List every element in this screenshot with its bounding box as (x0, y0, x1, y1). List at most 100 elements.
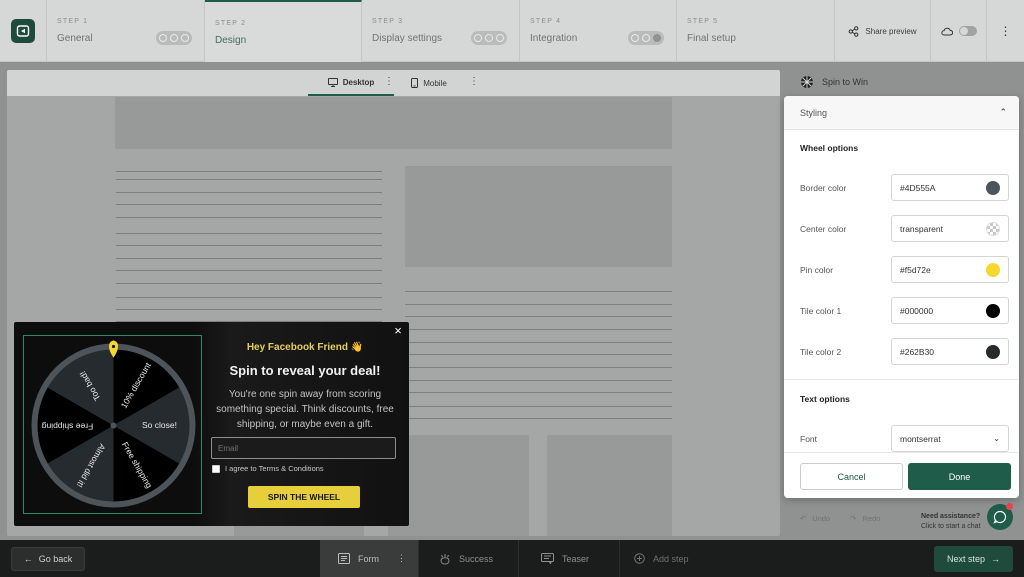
mock-line (116, 283, 382, 284)
close-icon[interactable]: × (391, 324, 405, 338)
wheel-slice-label: Free shipping (41, 421, 93, 431)
redo-button[interactable]: Redo (863, 514, 881, 523)
border-color-input[interactable]: #4D555A (891, 174, 1009, 201)
step-name: Integration (530, 33, 578, 44)
add-step-button[interactable]: Add step (620, 540, 710, 577)
wheel-options-heading: Wheel options (800, 143, 859, 153)
mock-line (116, 309, 382, 310)
terms-checkbox[interactable] (212, 464, 220, 473)
tab-mobile[interactable]: Mobile (399, 70, 459, 96)
mobile-options-icon[interactable]: ⋮ (469, 76, 479, 87)
tile-color-2-input[interactable]: #262B30 (891, 338, 1009, 365)
tab-desktop-label: Desktop (342, 77, 375, 87)
popup-description: You're one spin away from scoring someth… (216, 389, 394, 430)
history-controls: ↶ Undo ↷ Redo (800, 514, 880, 523)
mock-line (405, 304, 672, 305)
next-step-label: Next step (946, 554, 986, 564)
tile-color-1-input[interactable]: #000000 (891, 297, 1009, 324)
form-options-icon[interactable]: ⋮ (397, 553, 406, 564)
panel-header: Spin to Win (800, 73, 868, 91)
mock-line (116, 233, 382, 234)
assist-title: Need assistance? (921, 513, 981, 520)
font-select-value: montserrat (900, 433, 941, 444)
success-icon (440, 553, 450, 565)
terms-checkbox-row[interactable]: I agree to Terms & Conditions (212, 464, 324, 473)
font-select[interactable]: montserrat ⌄ (891, 425, 1009, 452)
chevron-up-icon[interactable]: ⌃ (999, 107, 1007, 118)
cloud-icon (940, 27, 953, 35)
undo-button[interactable]: Undo (812, 514, 830, 523)
undo-icon[interactable]: ↶ (800, 514, 806, 523)
mock-line (116, 179, 382, 180)
step-number: STEP 4 (530, 18, 562, 25)
share-preview-label: Share preview (865, 26, 917, 36)
step-number: STEP 3 (372, 18, 404, 25)
border-color-value: #4D555A (900, 182, 936, 193)
redo-icon[interactable]: ↷ (850, 514, 856, 523)
transparent-swatch[interactable] (986, 221, 1000, 236)
email-input[interactable] (211, 437, 396, 459)
assistance-text[interactable]: Need assistance? Click to start a chat (921, 512, 981, 532)
step-design[interactable]: STEP 2 Design (205, 0, 362, 62)
desktop-options-icon[interactable]: ⋮ (384, 76, 394, 87)
tab-desktop[interactable]: Desktop (308, 70, 394, 96)
app-logo[interactable] (0, 0, 47, 62)
mock-line (405, 342, 672, 343)
center-color-input[interactable]: transparent (891, 215, 1009, 242)
pin-color-input[interactable]: #f5d72e (891, 256, 1009, 283)
terms-label: I agree to Terms & Conditions (225, 464, 324, 473)
center-color-label: Center color (800, 224, 847, 234)
mock-line (116, 258, 382, 259)
spin-wheel-popup: × 10% discount So close! Free shipping Almo… (14, 322, 409, 526)
wheel-slice-label: So close! (142, 420, 177, 430)
teaser-icon (541, 553, 554, 564)
mock-line (116, 270, 382, 271)
tile-color-1-label: Tile color 1 (800, 306, 842, 316)
styling-title: Styling (800, 107, 828, 118)
top-bar: STEP 1 General STEP 2 Design STEP 3 Disp… (0, 0, 1024, 62)
color-swatch[interactable] (986, 303, 1000, 318)
color-swatch[interactable] (986, 262, 1000, 277)
wheel-center (110, 422, 117, 429)
notification-dot (1006, 503, 1013, 510)
prize-wheel[interactable]: 10% discountSo close!Free shippingAlmost… (24, 336, 203, 515)
bottom-bar: ← Go back Form ⋮ Success Teaser Add step… (0, 540, 1024, 577)
step-final-setup[interactable]: STEP 5 Final setup (677, 0, 835, 62)
center-color-value: transparent (900, 223, 943, 234)
go-back-button[interactable]: ← Go back (11, 547, 85, 571)
tab-mobile-label: Mobile (423, 78, 447, 88)
mock-line (116, 245, 382, 246)
tile-color-1-value: #000000 (900, 305, 934, 316)
step-display-settings[interactable]: STEP 3 Display settings (362, 0, 520, 62)
done-button[interactable]: Done (908, 463, 1011, 490)
share-icon (849, 25, 859, 37)
device-tabs: Desktop ⋮ Mobile ⋮ (7, 70, 780, 96)
step-progress-indicator (628, 31, 664, 45)
autosave-switch[interactable] (958, 26, 977, 36)
spin-the-wheel-button[interactable]: SPIN THE WHEEL (248, 486, 360, 508)
autosave-toggle[interactable] (931, 0, 987, 62)
mock-image (405, 166, 672, 267)
color-swatch[interactable] (986, 180, 1000, 195)
border-color-label: Border color (800, 183, 847, 193)
tab-form[interactable]: Form ⋮ (320, 540, 419, 577)
step-progress-indicator (156, 31, 192, 45)
mock-line (405, 316, 672, 317)
color-swatch[interactable] (986, 344, 1000, 359)
mock-line (116, 192, 382, 193)
step-general[interactable]: STEP 1 General (47, 0, 205, 62)
cancel-button[interactable]: Cancel (800, 463, 903, 490)
tab-teaser[interactable]: Teaser (519, 540, 620, 577)
step-integration[interactable]: STEP 4 Integration (520, 0, 677, 62)
mock-line (405, 418, 672, 419)
next-step-button[interactable]: Next step → (934, 546, 1013, 572)
step-name: General (57, 33, 93, 44)
pin-color-label: Pin color (800, 265, 834, 275)
share-preview-button[interactable]: Share preview (835, 0, 931, 62)
popup-greeting: Hey Facebook Friend 👋 (246, 342, 364, 353)
styling-header[interactable]: Styling ⌃ (784, 96, 1019, 130)
tab-success-label: Success (459, 553, 494, 564)
more-options-icon[interactable]: ⋮ (987, 0, 1024, 62)
mobile-icon (411, 78, 419, 88)
tab-success[interactable]: Success (419, 540, 519, 577)
